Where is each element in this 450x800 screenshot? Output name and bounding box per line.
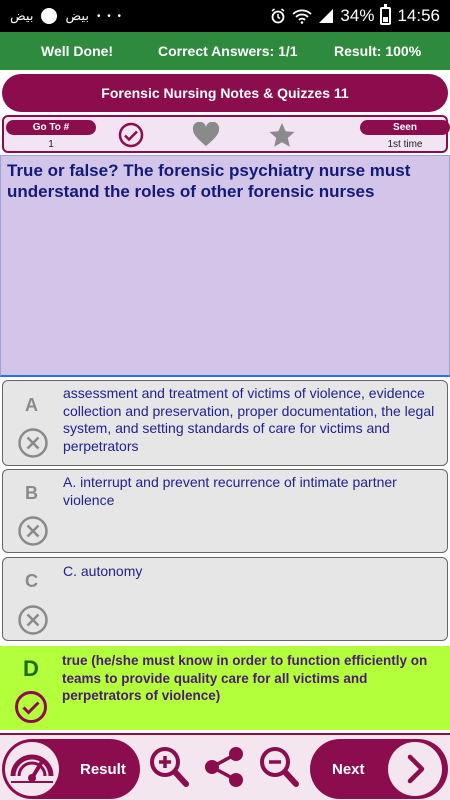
share-icon[interactable]: [202, 745, 246, 789]
result-button-label: Result: [80, 760, 126, 778]
answer-letter: D: [23, 656, 39, 681]
notification-label-1: بيض: [10, 8, 34, 23]
status-left: بيض بيض • • •: [10, 8, 123, 24]
answer-text: true (he/she must know in order to funct…: [62, 653, 428, 703]
result-percent-text: Result: 100%: [334, 43, 422, 59]
answer-text: C. autonomy: [63, 563, 143, 579]
zoom-out-icon[interactable]: [258, 745, 300, 789]
bottom-bar: Result Next: [0, 733, 450, 800]
clock-time: 14:56: [397, 6, 440, 25]
status-right: 34% 14:56: [270, 4, 440, 26]
quiz-title: Forensic Nursing Notes & Quizzes 11: [2, 74, 448, 112]
chevron-right-icon: [407, 754, 425, 784]
wrong-x-icon: [18, 605, 48, 635]
result-icon-circle: [5, 742, 59, 796]
next-button-label: Next: [332, 760, 365, 778]
correct-answers-text: Correct Answers: 1/1: [158, 43, 298, 59]
status-bar: بيض بيض • • • 34% 14:56: [0, 0, 450, 32]
question-panel: True or false? The forensic psychiatry n…: [0, 155, 450, 377]
notification-label-0: بيض: [65, 8, 89, 23]
answer-option-a[interactable]: A assessment and treatment of victims of…: [2, 380, 448, 466]
speedometer-icon: [10, 754, 54, 783]
answer-text: assessment and treatment of victims of v…: [63, 385, 435, 454]
battery-icon: [380, 4, 392, 25]
star-icon[interactable]: [268, 122, 296, 148]
zoom-in-icon[interactable]: [148, 745, 190, 789]
seen-value: 1st time: [387, 139, 423, 150]
answer-letter: B: [25, 483, 38, 503]
goto-button[interactable]: Go To #: [6, 120, 96, 135]
alarm-icon: [271, 8, 285, 24]
answer-text: A. interrupt and prevent recurrence of i…: [63, 474, 397, 508]
check-circle-icon[interactable]: [118, 122, 144, 148]
answer-option-d[interactable]: D true (he/she must know in order to fun…: [0, 646, 450, 730]
answer-letter: C: [25, 571, 38, 591]
result-bar: Well Done! Correct Answers: 1/1 Result: …: [0, 32, 450, 70]
heart-icon[interactable]: [192, 122, 220, 148]
answer-option-b[interactable]: B A. interrupt and prevent recurrence of…: [2, 469, 448, 553]
well-done-text: Well Done!: [41, 43, 114, 59]
battery-percent: 34%: [340, 6, 375, 25]
wifi-icon: [292, 9, 313, 24]
more-notifications-icon: • • •: [96, 10, 123, 22]
answer-letter: A: [25, 395, 38, 415]
question-text: True or false? The forensic psychiatry n…: [7, 161, 411, 201]
next-icon-circle: [388, 742, 442, 796]
wrong-x-icon: [18, 516, 48, 546]
next-button[interactable]: Next: [310, 739, 448, 799]
seen-label: Seen: [360, 120, 450, 135]
goto-value: 1: [48, 139, 54, 150]
app-notification-icon: [41, 8, 58, 24]
app-screen: بيض بيض • • • 34% 14:56 Well Done! Corre…: [0, 0, 450, 800]
wrong-x-icon: [18, 428, 48, 458]
correct-check-icon: [15, 691, 47, 723]
result-button[interactable]: Result: [2, 739, 140, 799]
question-toolbar: Go To # 1 Seen 1st time: [2, 115, 450, 153]
signal-icon: [319, 9, 334, 23]
answer-option-c[interactable]: C C. autonomy: [2, 557, 448, 641]
